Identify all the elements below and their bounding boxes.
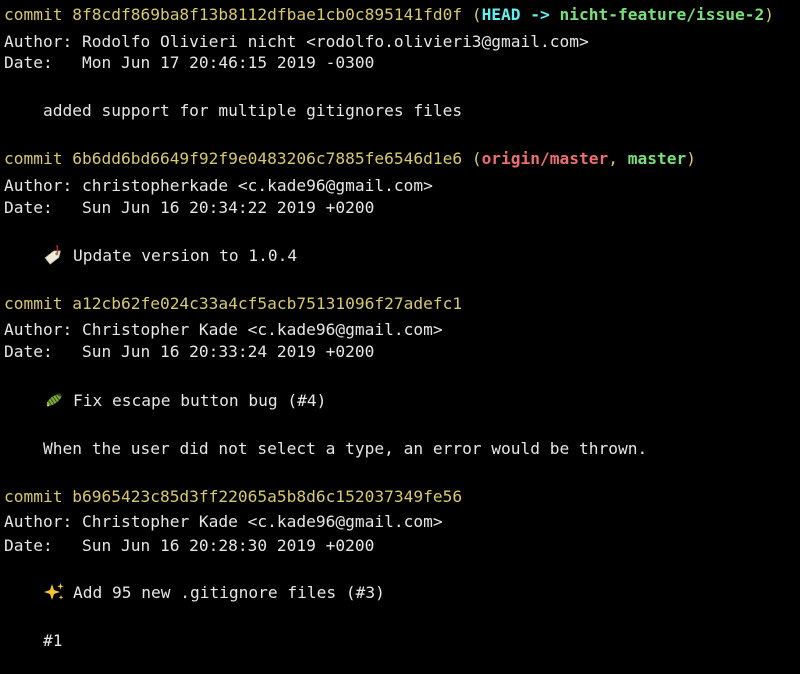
author-value: christopherkade <c.kade96@gmail.com> [81,176,433,195]
sparkles-icon [43,582,65,602]
author-line: Author: Christopher Kade <c.kade96@gmail… [4,510,443,534]
bug-icon [43,390,65,410]
commit-line: commit a12cb62fe024c33a4cf5acb75131096f2… [4,292,462,316]
author-label: Author: [4,32,73,51]
refs-open: ( [471,5,482,24]
commit-body-text: When the user did not select a type, an … [43,439,648,458]
refs-open: ( [471,149,482,168]
commit-message: added support for multiple gitignores fi… [43,99,462,123]
refs-close: ) [686,149,696,168]
commit-message: Update version to 1.0.4 [43,243,298,268]
date-value: Sun Jun 16 20:34:22 2019 +0200 [81,198,375,217]
label-tag-icon [43,243,65,265]
head-ref: HEAD [481,5,521,24]
commit-line: commit 8f8cdf869ba8f13b8112dfbae1cb0c895… [4,3,774,27]
commit-message: Add 95 new .gitignore files (#3) [43,581,385,605]
commit-message: Fix escape button bug (#4) [43,389,326,413]
author-label: Author: [4,176,73,195]
commit-hash: 6b6dd6bd6649f92f9e0483206c7885fe6546d1e6 [72,149,463,168]
date-line: Date: Sun Jun 16 20:28:30 2019 +0200 [4,534,374,558]
date-value: Sun Jun 16 20:28:30 2019 +0200 [81,536,375,555]
date-label: Date: [4,342,53,361]
commit-message-text: Fix escape button bug (#4) [73,391,327,410]
terminal-window[interactable]: commit 8f8cdf869ba8f13b8112dfbae1cb0c895… [0,0,800,674]
commit-line: commit 6b6dd6bd6649f92f9e0483206c7885fe6… [4,147,696,171]
head-arrow: -> [520,5,560,24]
local-branch-ref: master [627,149,687,168]
date-line: Date: Sun Jun 16 20:34:22 2019 +0200 [4,196,374,220]
date-value: Mon Jun 17 20:46:15 2019 -0300 [81,53,375,72]
author-label: Author: [4,512,73,531]
date-line: Date: Sun Jun 16 20:33:24 2019 +0200 [4,340,374,364]
remote-branch-ref: origin/master [481,149,609,168]
commit-word: commit [4,149,63,168]
commit-body: #1 [43,629,63,653]
author-label: Author: [4,320,73,339]
date-line: Date: Mon Jun 17 20:46:15 2019 -0300 [4,51,374,75]
commit-word: commit [4,487,63,506]
commit-message-text: added support for multiple gitignores fi… [43,101,463,120]
commit-word: commit [4,5,63,24]
commit-message-text: Update version to 1.0.4 [73,246,298,265]
author-value: Christopher Kade <c.kade96@gmail.com> [81,320,443,339]
commit-line: commit b6965423c85d3ff22065a5b8d6c152037… [4,485,462,509]
date-label: Date: [4,198,53,217]
commit-body-text: #1 [43,631,63,650]
local-branch-ref: nicht-feature/issue-2 [559,5,765,24]
commit-hash: a12cb62fe024c33a4cf5acb75131096f27adefc1 [72,294,463,313]
commit-body: When the user did not select a type, an … [43,437,647,461]
commit-hash: 8f8cdf869ba8f13b8112dfbae1cb0c895141fd0f [72,5,463,24]
author-line: Author: Christopher Kade <c.kade96@gmail… [4,318,443,342]
date-label: Date: [4,53,53,72]
commit-hash: b6965423c85d3ff22065a5b8d6c152037349fe56 [72,487,463,506]
date-label: Date: [4,536,53,555]
author-value: Rodolfo Olivieri nicht <rodolfo.olivieri… [81,32,589,51]
refs-close: ) [764,5,774,24]
author-value: Christopher Kade <c.kade96@gmail.com> [81,512,443,531]
refs-comma: , [608,149,628,168]
commit-word: commit [4,294,63,313]
author-line: Author: christopherkade <c.kade96@gmail.… [4,174,433,198]
commit-message-text: Add 95 new .gitignore files (#3) [73,583,385,602]
date-value: Sun Jun 16 20:33:24 2019 +0200 [81,342,375,361]
